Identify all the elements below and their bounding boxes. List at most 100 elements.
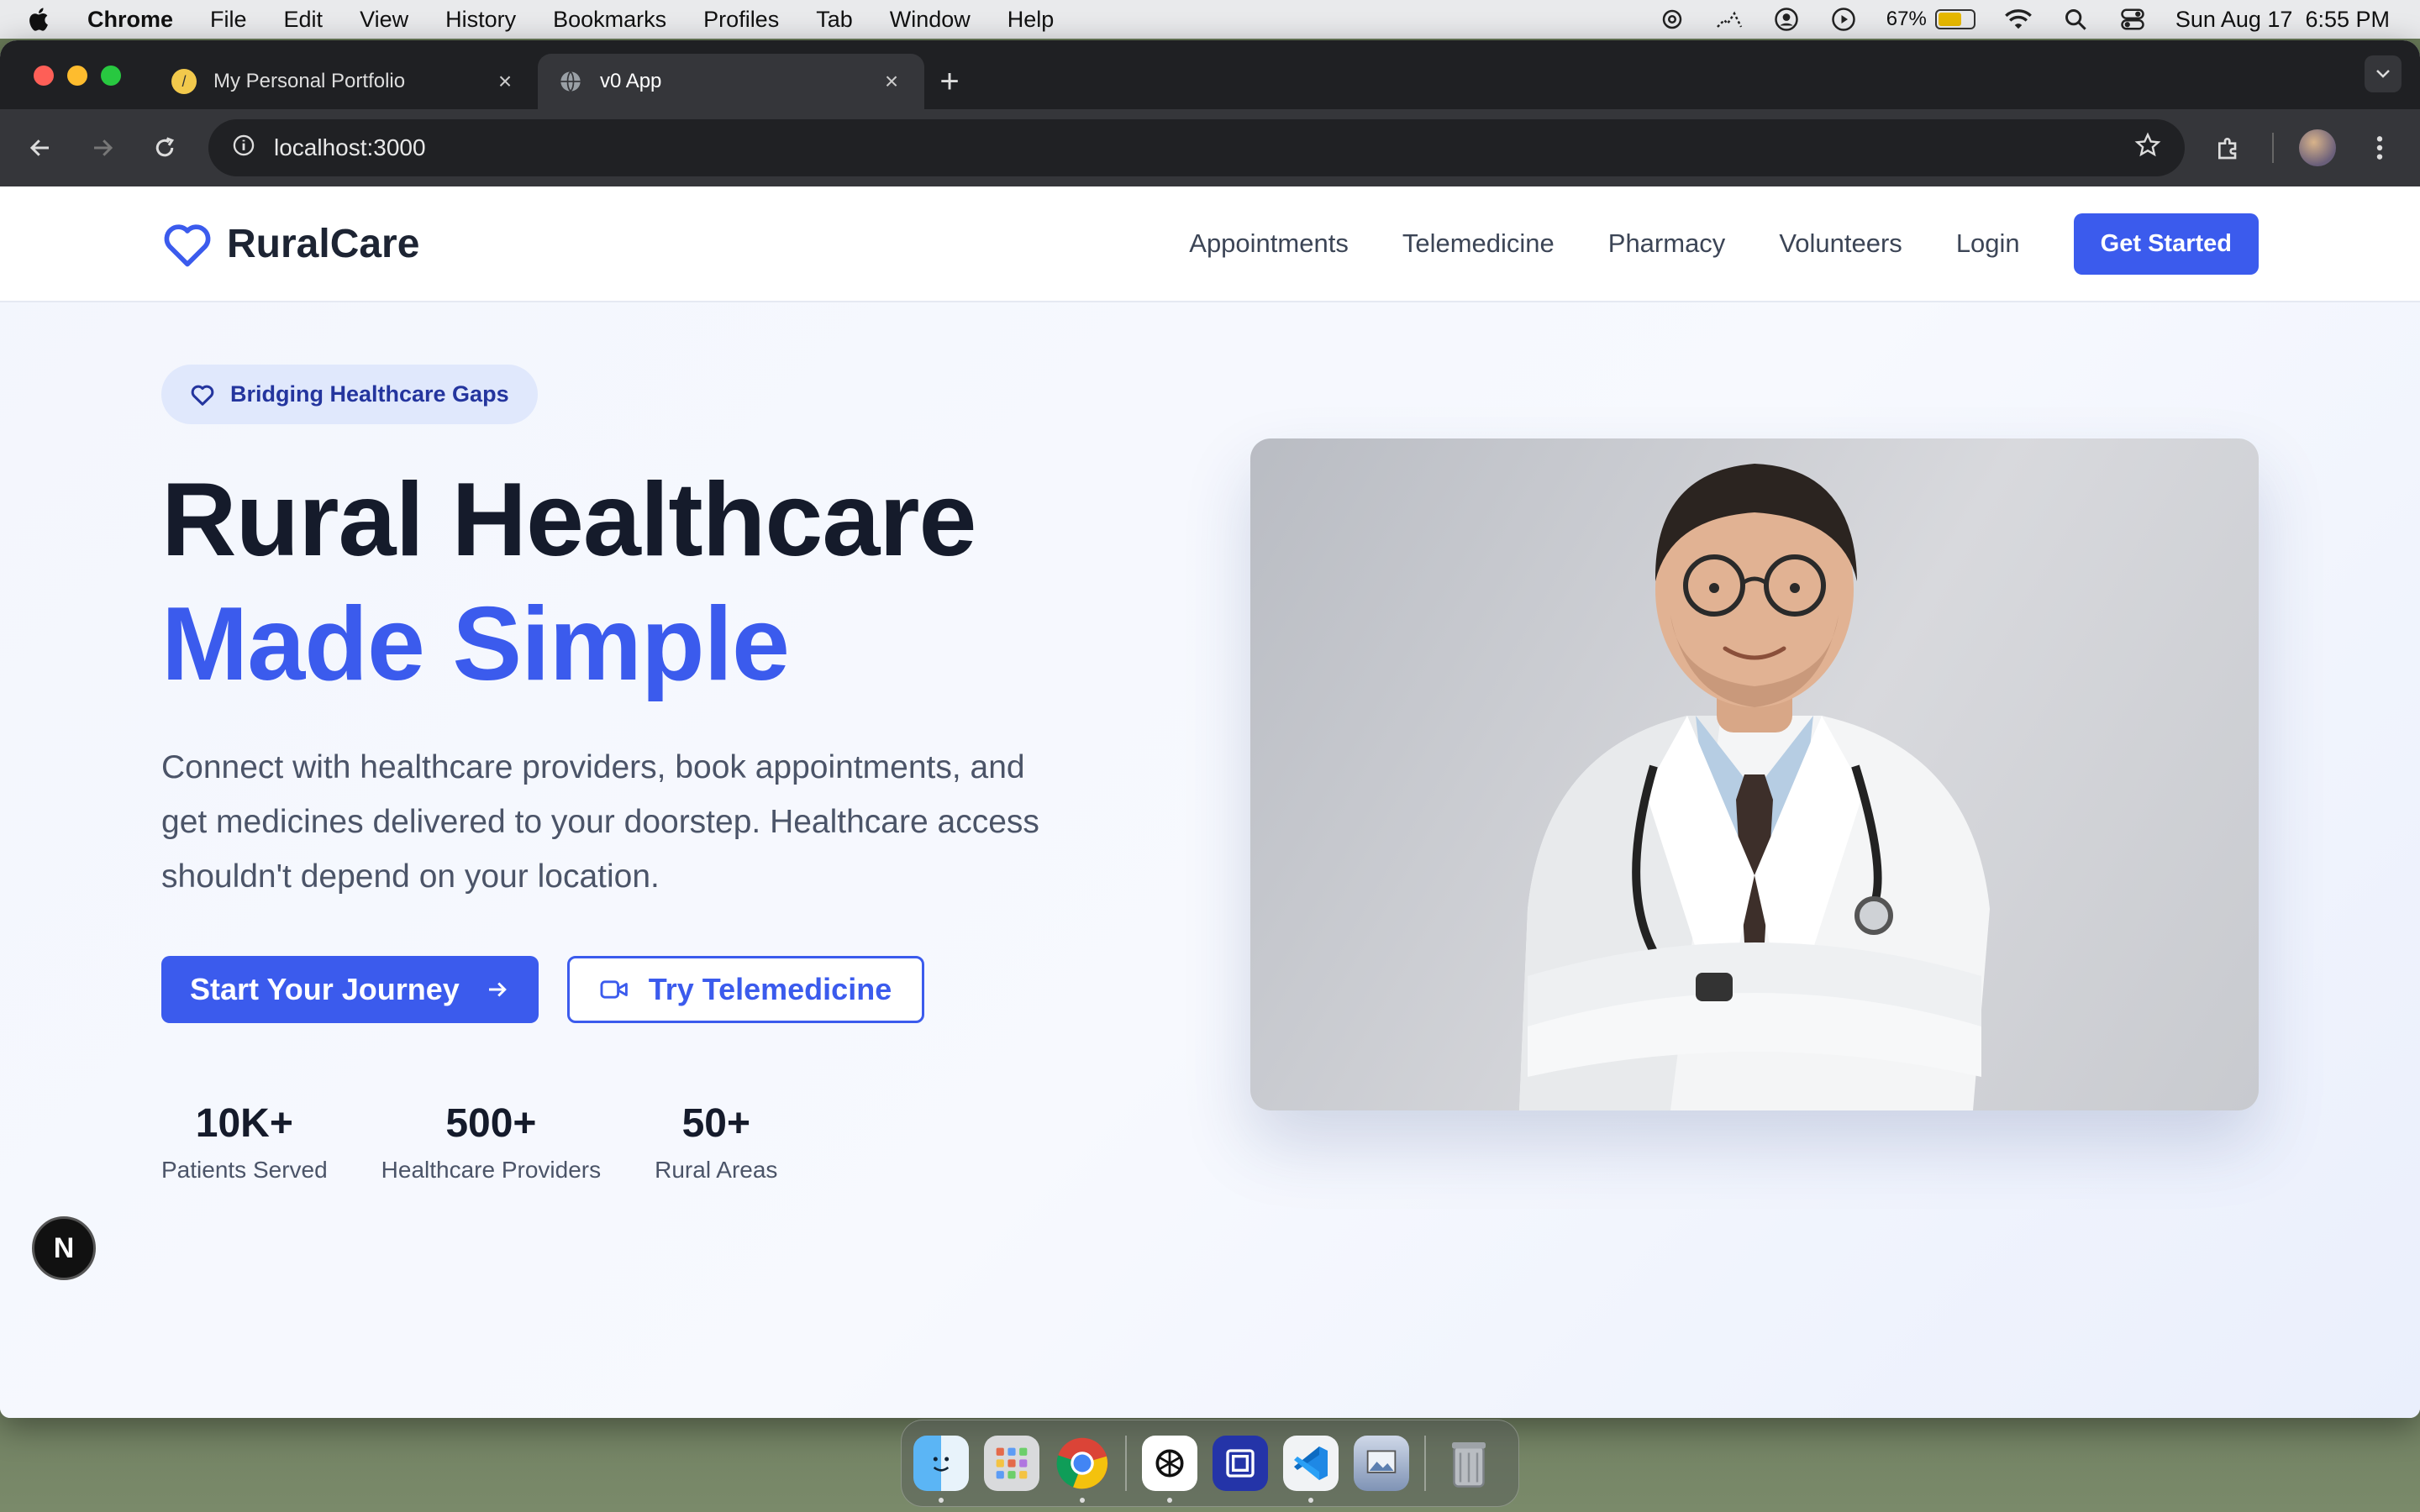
heart-icon bbox=[191, 385, 214, 406]
battery-percent: 67% bbox=[1886, 8, 1927, 30]
chrome-icon[interactable] bbox=[1055, 1436, 1110, 1503]
address-bar[interactable]: localhost:3000 bbox=[208, 119, 2185, 176]
control-center-icon[interactable] bbox=[2118, 5, 2147, 34]
spotlight-search-icon[interactable] bbox=[2061, 5, 2090, 34]
nextjs-badge-letter: N bbox=[53, 1231, 75, 1264]
site-info-icon[interactable] bbox=[232, 134, 255, 163]
try-telemedicine-button[interactable]: Try Telemedicine bbox=[566, 956, 925, 1023]
stat-value: 10K+ bbox=[195, 1101, 293, 1146]
macos-dock bbox=[901, 1420, 1519, 1507]
profile-avatar[interactable] bbox=[2299, 129, 2336, 166]
brand-name: RuralCare bbox=[227, 221, 420, 266]
forward-arrow-icon[interactable] bbox=[84, 129, 121, 166]
window-controls bbox=[34, 66, 121, 86]
stat-value: 500+ bbox=[445, 1101, 537, 1146]
arrow-right-icon bbox=[488, 982, 507, 997]
hero-stats: 10K+ Patients Served 500+ Healthcare Pro… bbox=[161, 1100, 1170, 1184]
menu-edit[interactable]: Edit bbox=[284, 7, 324, 33]
trash-icon[interactable] bbox=[1441, 1436, 1497, 1491]
stat-label: Healthcare Providers bbox=[381, 1157, 602, 1183]
battery-icon bbox=[1934, 9, 1975, 29]
new-tab-button[interactable]: + bbox=[924, 54, 975, 109]
user-status-icon[interactable] bbox=[1772, 5, 1801, 34]
chrome-window: / My Personal Portfolio × v0 App × + loc… bbox=[0, 40, 2420, 1418]
hero-cta-row: Start Your Journey Try Telemedicine bbox=[161, 956, 1170, 1023]
menu-app-name[interactable]: Chrome bbox=[87, 7, 173, 33]
chatgpt-icon[interactable] bbox=[1142, 1436, 1197, 1503]
close-window-button[interactable] bbox=[34, 66, 54, 86]
globe-favicon-icon bbox=[558, 69, 583, 94]
launchpad-icon[interactable] bbox=[984, 1436, 1039, 1491]
try-telemedicine-label: Try Telemedicine bbox=[648, 972, 892, 1006]
bookmark-star-icon[interactable] bbox=[2134, 131, 2161, 165]
nav-volunteers[interactable]: Volunteers bbox=[1779, 228, 1902, 259]
preview-icon[interactable] bbox=[1354, 1436, 1409, 1491]
menu-view[interactable]: View bbox=[360, 7, 408, 33]
stat-label: Rural Areas bbox=[655, 1157, 778, 1183]
menu-history[interactable]: History bbox=[445, 7, 516, 33]
menu-help[interactable]: Help bbox=[1007, 7, 1055, 33]
browser-toolbar: localhost:3000 bbox=[0, 109, 2420, 186]
hero-headline-accent: Made Simple bbox=[161, 586, 790, 702]
start-your-journey-label: Start Your Journey bbox=[190, 972, 460, 1006]
heart-logo-icon bbox=[164, 224, 211, 267]
video-camera-icon bbox=[600, 980, 628, 999]
dock-separator bbox=[1125, 1436, 1127, 1491]
doctor-hero-image bbox=[1250, 438, 2259, 1110]
doctor-illustration bbox=[1519, 464, 1990, 1110]
wifi-icon[interactable] bbox=[2004, 5, 2033, 34]
nav-appointments[interactable]: Appointments bbox=[1189, 228, 1349, 259]
tab-strip: / My Personal Portfolio × v0 App × + bbox=[0, 40, 2420, 109]
get-started-button[interactable]: Get Started bbox=[2073, 213, 2259, 275]
chrome-menu-kebab-icon[interactable] bbox=[2361, 129, 2398, 166]
tab-search-chevron-icon[interactable] bbox=[2365, 55, 2402, 92]
nav-login[interactable]: Login bbox=[1956, 228, 2020, 259]
stat-label: Patients Served bbox=[161, 1157, 328, 1183]
hero-description: Connect with healthcare providers, book … bbox=[161, 749, 1039, 895]
menu-file[interactable]: File bbox=[210, 7, 247, 33]
start-your-journey-button[interactable]: Start Your Journey bbox=[161, 956, 539, 1023]
site-header: RuralCare Appointments Telemedicine Phar… bbox=[0, 186, 2420, 302]
menu-profiles[interactable]: Profiles bbox=[703, 7, 779, 33]
tab-my-personal-portfolio[interactable]: / My Personal Portfolio × bbox=[151, 54, 538, 109]
portfolio-favicon-icon: / bbox=[171, 69, 197, 94]
macos-menu-bar: Chrome File Edit View History Bookmarks … bbox=[0, 0, 2420, 39]
stat-rural-areas: 50+ Rural Areas bbox=[655, 1100, 777, 1184]
battery-indicator[interactable]: 67% bbox=[1886, 8, 1975, 31]
menu-tab[interactable]: Tab bbox=[816, 7, 853, 33]
close-tab-icon[interactable]: × bbox=[879, 69, 904, 94]
hero-content: Bridging Healthcare Gaps Rural Healthcar… bbox=[161, 365, 1170, 1184]
menu-clock[interactable]: Sun Aug 17 6:55 PM bbox=[2175, 7, 2390, 33]
play-status-icon[interactable] bbox=[1829, 5, 1858, 34]
vscode-icon[interactable] bbox=[1283, 1436, 1339, 1503]
reload-icon[interactable] bbox=[146, 129, 183, 166]
menu-window[interactable]: Window bbox=[890, 7, 971, 33]
nextjs-dev-badge[interactable]: N bbox=[32, 1216, 96, 1280]
close-tab-icon[interactable]: × bbox=[492, 69, 518, 94]
zoom-window-button[interactable] bbox=[101, 66, 121, 86]
extensions-puzzle-icon[interactable] bbox=[2210, 129, 2247, 166]
nav-pharmacy[interactable]: Pharmacy bbox=[1608, 228, 1726, 259]
brand-logo[interactable]: RuralCare bbox=[161, 219, 419, 268]
apple-logo-icon[interactable] bbox=[25, 5, 54, 34]
stat-providers: 500+ Healthcare Providers bbox=[381, 1100, 601, 1184]
stat-patients: 10K+ Patients Served bbox=[161, 1100, 328, 1184]
activity-status-icon[interactable] bbox=[1715, 5, 1744, 34]
web-page: RuralCare Appointments Telemedicine Phar… bbox=[0, 186, 2420, 1418]
hero-headline: Rural Healthcare bbox=[161, 462, 977, 578]
chatgpt-status-icon[interactable] bbox=[1658, 5, 1686, 34]
tab-title: My Personal Portfolio bbox=[213, 70, 406, 92]
hero-badge: Bridging Healthcare Gaps bbox=[161, 365, 538, 424]
menu-bookmarks[interactable]: Bookmarks bbox=[553, 7, 666, 33]
nav-telemedicine[interactable]: Telemedicine bbox=[1402, 228, 1555, 259]
screen-tool-icon[interactable] bbox=[1213, 1436, 1268, 1491]
tab-v0-app[interactable]: v0 App × bbox=[538, 54, 924, 109]
hero-badge-text: Bridging Healthcare Gaps bbox=[230, 381, 509, 407]
url-text[interactable]: localhost:3000 bbox=[274, 134, 2116, 161]
back-arrow-icon[interactable] bbox=[22, 129, 59, 166]
toolbar-divider bbox=[2272, 133, 2274, 163]
stat-value: 50+ bbox=[681, 1101, 750, 1146]
finder-icon[interactable] bbox=[913, 1436, 969, 1503]
dock-separator bbox=[1424, 1436, 1426, 1491]
minimize-window-button[interactable] bbox=[67, 66, 87, 86]
